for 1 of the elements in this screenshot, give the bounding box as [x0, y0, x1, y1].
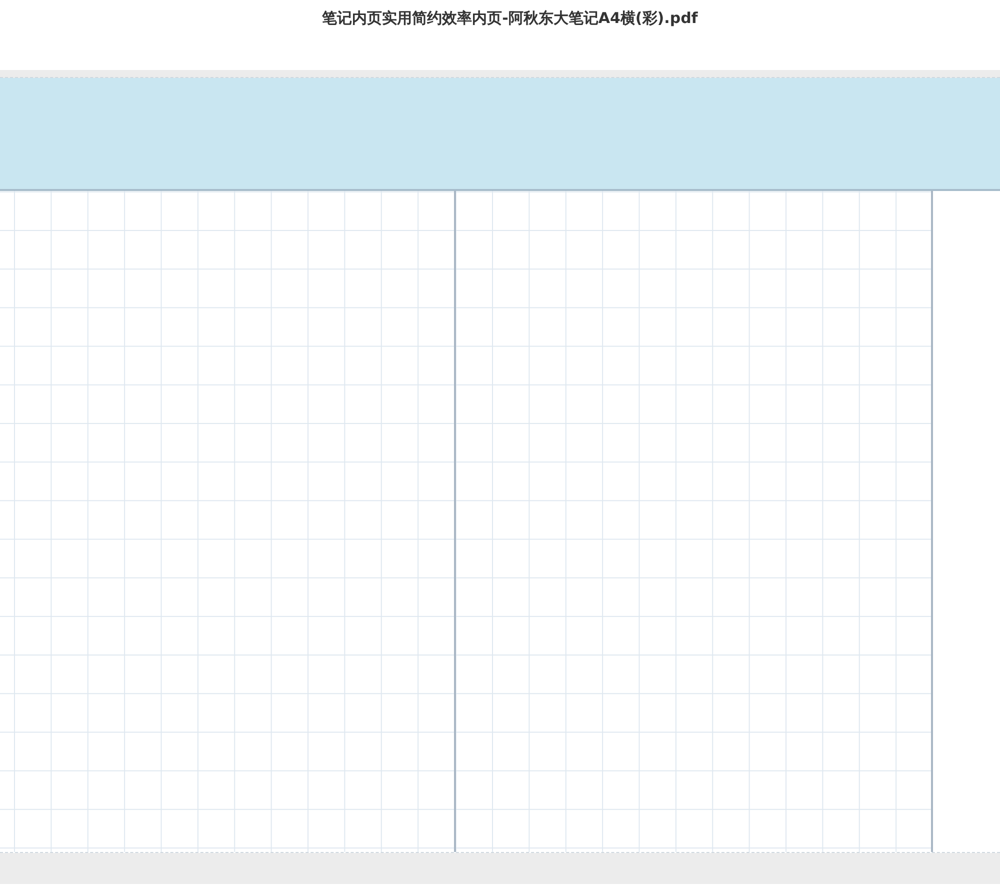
document-title: 笔记内页实用简约效率内页-阿秋东大笔记A4横(彩).pdf: [322, 9, 698, 29]
